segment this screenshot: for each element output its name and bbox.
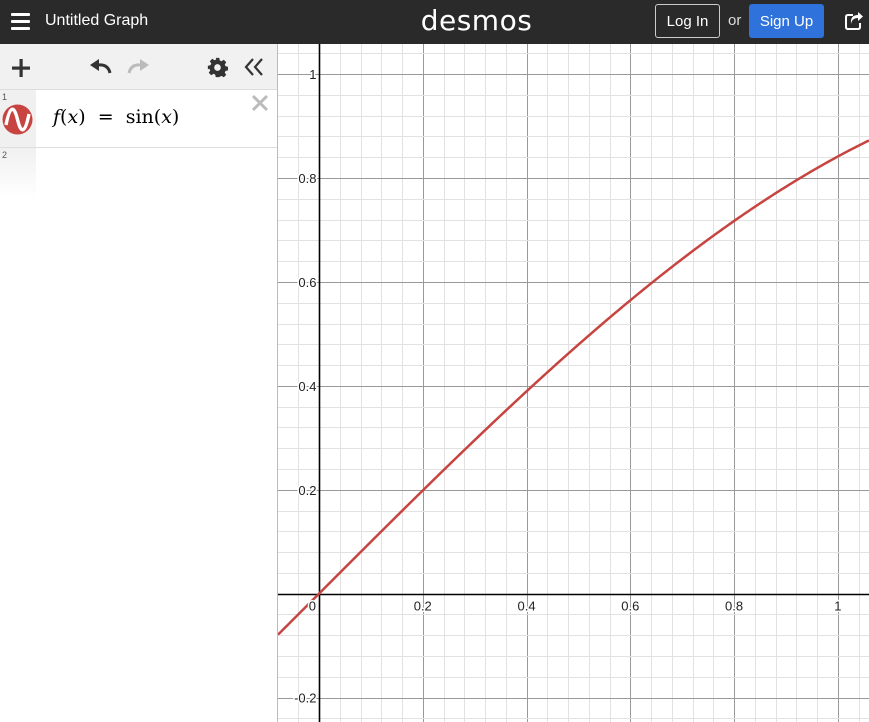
undo-icon[interactable] <box>89 58 113 76</box>
expression-gutter: 1 <box>0 90 36 147</box>
graph-style-icon[interactable] <box>2 104 33 135</box>
x-tick-label: 0.2 <box>414 599 432 614</box>
expression-index: 1 <box>2 92 8 102</box>
expression-list: 1 f(x) = sin(x) 2 <box>0 90 277 198</box>
y-tick-label: 0.6 <box>298 275 316 290</box>
sin-curve <box>278 139 869 636</box>
y-tick-label: 0.4 <box>298 379 316 394</box>
share-icon[interactable] <box>844 11 864 31</box>
x-tick-label: 0.4 <box>518 599 536 614</box>
graph-title[interactable]: Untitled Graph <box>45 12 148 30</box>
graph-canvas[interactable]: 0 0.2 0.4 0.6 0.8 1 1 0.8 0.6 0.4 0.2 -0.2 <box>278 44 869 722</box>
expression-panel: 1 f(x) = sin(x) 2 <box>0 44 277 722</box>
x-tick-label: 0 <box>309 599 316 614</box>
add-icon[interactable] <box>11 58 31 78</box>
expression-gutter: 2 <box>0 148 36 198</box>
expression-index: 2 <box>2 150 8 160</box>
y-tick-label: 1 <box>309 67 316 82</box>
expression-toolbar <box>0 44 277 90</box>
redo-icon[interactable] <box>126 58 150 76</box>
y-tick-label: 0.8 <box>298 171 316 186</box>
gear-icon[interactable] <box>207 57 228 78</box>
delete-expression-icon[interactable] <box>250 93 270 113</box>
top-bar: Untitled Graph desmos Log In or Sign Up <box>0 0 869 44</box>
or-text: or <box>728 12 742 29</box>
expression-math[interactable]: f(x) = sin(x) <box>53 106 179 128</box>
x-tick-label: 1 <box>834 599 841 614</box>
x-tick-label: 0.6 <box>621 599 639 614</box>
hamburger-menu-icon[interactable] <box>11 13 30 30</box>
signup-button[interactable]: Sign Up <box>749 4 824 38</box>
graph-paper[interactable]: 0 0.2 0.4 0.6 0.8 1 1 0.8 0.6 0.4 0.2 -0.2 <box>277 44 869 722</box>
login-button[interactable]: Log In <box>655 4 720 38</box>
collapse-sidebar-icon[interactable] <box>243 57 265 77</box>
empty-expression-row[interactable]: 2 <box>0 148 277 198</box>
y-tick-label: -0.2 <box>294 691 316 706</box>
y-tick-label: 0.2 <box>298 483 316 498</box>
expression-row[interactable]: 1 f(x) = sin(x) <box>0 90 277 148</box>
x-tick-label: 0.8 <box>725 599 743 614</box>
